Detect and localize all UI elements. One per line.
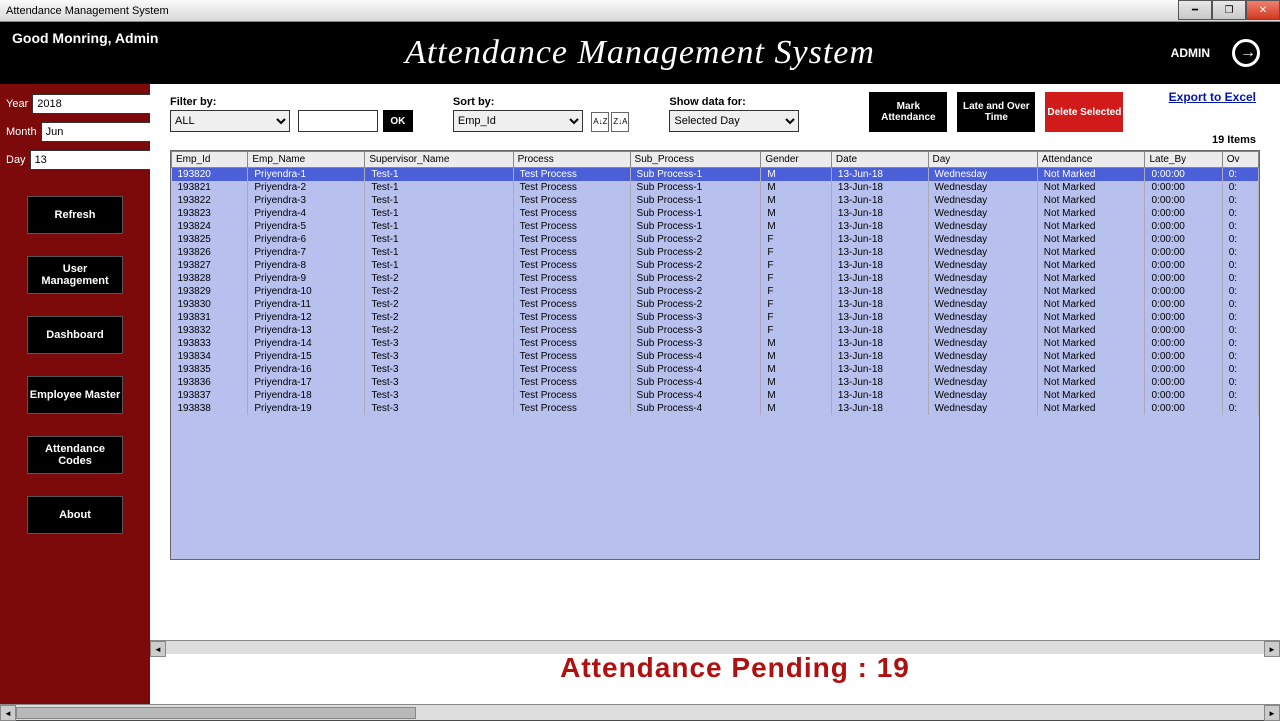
col-header[interactable]: Gender: [761, 152, 832, 168]
year-label: Year: [6, 98, 28, 110]
table-row[interactable]: 193836Priyendra-17Test-3Test ProcessSub …: [172, 376, 1259, 389]
logout-icon[interactable]: [1232, 39, 1260, 67]
showdata-label: Show data for:: [669, 96, 799, 108]
filter-select[interactable]: ALL: [170, 110, 290, 132]
table-row[interactable]: 193828Priyendra-9Test-2Test ProcessSub P…: [172, 272, 1259, 285]
table-row[interactable]: 193837Priyendra-18Test-3Test ProcessSub …: [172, 389, 1259, 402]
filter-ok-button[interactable]: OK: [383, 110, 413, 132]
window-scroll-left-icon[interactable]: ◄: [0, 705, 16, 721]
data-grid[interactable]: Emp_IdEmp_NameSupervisor_NameProcessSub_…: [170, 150, 1260, 560]
month-row: Month: [6, 122, 144, 142]
scrollbar-thumb[interactable]: [16, 707, 416, 719]
sort-group: Sort by: Emp_Id A↓Z Z↓A: [453, 96, 629, 132]
filter-label: Filter by:: [170, 96, 413, 108]
about-button[interactable]: About: [27, 496, 123, 534]
late-overtime-button[interactable]: Late and Over Time: [957, 92, 1035, 132]
greeting-label: Good Monring, Admin: [12, 30, 158, 46]
sort-asc-icon[interactable]: A↓Z: [591, 112, 609, 132]
col-header[interactable]: Date: [831, 152, 928, 168]
employee-master-button[interactable]: Employee Master: [27, 376, 123, 414]
filter-group: Filter by: ALL OK: [170, 96, 413, 133]
scroll-left-icon[interactable]: ◄: [150, 641, 166, 657]
col-header[interactable]: Emp_Id: [172, 152, 248, 168]
col-header[interactable]: Sub_Process: [630, 152, 761, 168]
table-row[interactable]: 193825Priyendra-6Test-1Test ProcessSub P…: [172, 233, 1259, 246]
app-title: Attendance Management System: [405, 34, 875, 72]
pending-status: Attendance Pending : 19: [170, 652, 1280, 684]
sort-label: Sort by:: [453, 96, 629, 108]
window-scroll-right-icon[interactable]: ►: [1264, 705, 1280, 721]
sidebar: Year Month Day Refresh User Management D…: [0, 84, 150, 704]
table-row[interactable]: 193822Priyendra-3Test-1Test ProcessSub P…: [172, 194, 1259, 207]
col-header[interactable]: Emp_Name: [248, 152, 365, 168]
maximize-button[interactable]: ❐: [1212, 0, 1246, 20]
app-header: Good Monring, Admin Attendance Managemen…: [0, 22, 1280, 84]
table-row[interactable]: 193838Priyendra-19Test-3Test ProcessSub …: [172, 402, 1259, 415]
filter-text-input[interactable]: [298, 110, 378, 132]
year-row: Year: [6, 94, 144, 114]
sort-desc-icon[interactable]: Z↓A: [611, 112, 629, 132]
table-row[interactable]: 193831Priyendra-12Test-2Test ProcessSub …: [172, 311, 1259, 324]
col-header[interactable]: Process: [513, 152, 630, 168]
col-header[interactable]: Ov: [1222, 152, 1258, 168]
window-scrollbar[interactable]: ◄ ►: [0, 704, 1280, 720]
delete-selected-button[interactable]: Delete Selected: [1045, 92, 1123, 132]
dashboard-button[interactable]: Dashboard: [27, 316, 123, 354]
col-header[interactable]: Day: [928, 152, 1037, 168]
showdata-select[interactable]: Selected Day: [669, 110, 799, 132]
user-management-button[interactable]: User Management: [27, 256, 123, 294]
table-row[interactable]: 193832Priyendra-13Test-2Test ProcessSub …: [172, 324, 1259, 337]
table-row[interactable]: 193823Priyendra-4Test-1Test ProcessSub P…: [172, 207, 1259, 220]
items-count: 19 Items: [1212, 134, 1256, 146]
day-label: Day: [6, 154, 26, 166]
sort-select[interactable]: Emp_Id: [453, 110, 583, 132]
day-row: Day: [6, 150, 144, 170]
table-row[interactable]: 193835Priyendra-16Test-3Test ProcessSub …: [172, 363, 1259, 376]
export-excel-link[interactable]: Export to Excel: [1169, 90, 1256, 104]
refresh-button[interactable]: Refresh: [27, 196, 123, 234]
month-label: Month: [6, 126, 37, 138]
attendance-codes-button[interactable]: Attendance Codes: [27, 436, 123, 474]
toolbar: Filter by: ALL OK Sort by: Emp_Id A↓Z Z↓…: [170, 92, 1260, 132]
table-row[interactable]: 193826Priyendra-7Test-1Test ProcessSub P…: [172, 246, 1259, 259]
col-header[interactable]: Late_By: [1145, 152, 1222, 168]
table-row[interactable]: 193830Priyendra-11Test-2Test ProcessSub …: [172, 298, 1259, 311]
close-button[interactable]: ✕: [1246, 0, 1280, 20]
mark-attendance-button[interactable]: Mark Attendance: [869, 92, 947, 132]
table-row[interactable]: 193834Priyendra-15Test-3Test ProcessSub …: [172, 350, 1259, 363]
table-row[interactable]: 193821Priyendra-2Test-1Test ProcessSub P…: [172, 181, 1259, 194]
window-titlebar[interactable]: Attendance Management System ━ ❐ ✕: [0, 0, 1280, 22]
table-row[interactable]: 193827Priyendra-8Test-1Test ProcessSub P…: [172, 259, 1259, 272]
table-row[interactable]: 193829Priyendra-10Test-2Test ProcessSub …: [172, 285, 1259, 298]
table-row[interactable]: 193824Priyendra-5Test-1Test ProcessSub P…: [172, 220, 1259, 233]
table-row[interactable]: 193820Priyendra-1Test-1Test ProcessSub P…: [172, 168, 1259, 182]
showdata-group: Show data for: Selected Day: [669, 96, 799, 132]
minimize-button[interactable]: ━: [1178, 0, 1212, 20]
table-row[interactable]: 193833Priyendra-14Test-3Test ProcessSub …: [172, 337, 1259, 350]
col-header[interactable]: Attendance: [1037, 152, 1145, 168]
window-title: Attendance Management System: [6, 5, 169, 17]
user-role: ADMIN: [1171, 46, 1210, 60]
col-header[interactable]: Supervisor_Name: [365, 152, 513, 168]
main-panel: Export to Excel 19 Items Filter by: ALL …: [150, 84, 1280, 704]
